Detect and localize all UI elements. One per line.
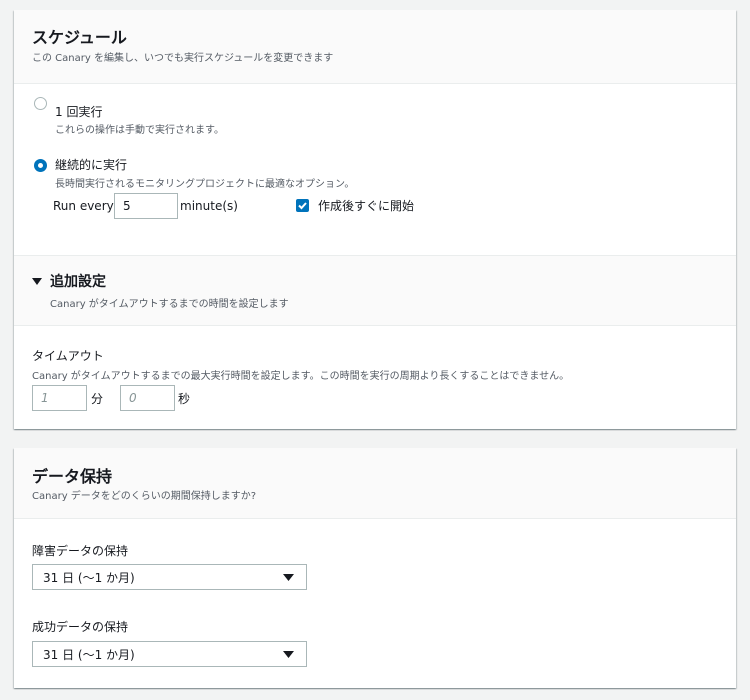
run-once-label[interactable]: 1 回実行 [55,103,102,120]
run-every-unit: minute(s) [180,199,238,213]
additional-settings-description: Canary がタイムアウトするまでの時間を設定します [50,299,289,310]
failure-retention-label: 障害データの保持 [32,544,129,558]
additional-settings-header[interactable]: 追加設定 Canary がタイムアウトするまでの時間を設定します [14,255,736,326]
schedule-description: この Canary を編集し、いつでも実行スケジュールを変更できます [32,53,334,64]
start-immediately-checkbox[interactable] [296,199,309,212]
failure-retention-select[interactable]: 31 日 (〜1 か月) [32,564,307,590]
timeout-minutes-input[interactable]: 1 [32,385,87,411]
additional-settings-title[interactable]: 追加設定 [50,271,106,291]
retention-panel: データ保持 Canary データをどのくらいの期間保持しますか? 障害データの保… [14,448,736,688]
timeout-description: Canary がタイムアウトするまでの最大実行時間を設定します。この時間を実行の… [32,371,570,382]
run-every-input[interactable]: 5 [114,193,178,219]
run-every-label: Run every [53,199,114,213]
timeout-minutes-unit: 分 [91,392,104,406]
start-immediately-label[interactable]: 作成後すぐに開始 [318,197,414,214]
run-once-radio[interactable] [34,97,47,110]
run-continuously-label[interactable]: 継続的に実行 [55,156,127,173]
caret-down-icon[interactable] [32,278,42,286]
schedule-panel: スケジュール この Canary を編集し、いつでも実行スケジュールを変更できま… [14,10,736,429]
schedule-header: スケジュール この Canary を編集し、いつでも実行スケジュールを変更できま… [14,10,736,84]
timeout-label: タイムアウト [32,349,104,363]
retention-description: Canary データをどのくらいの期間保持しますか? [32,491,257,502]
schedule-title: スケジュール [32,28,127,47]
dropdown-arrow-icon [283,651,294,658]
success-retention-label: 成功データの保持 [32,620,129,634]
run-continuously-radio[interactable] [34,159,47,172]
failure-retention-value: 31 日 (〜1 か月) [43,570,135,585]
timeout-seconds-unit: 秒 [178,392,191,406]
timeout-seconds-input[interactable]: 0 [120,385,175,411]
retention-header: データ保持 Canary データをどのくらいの期間保持しますか? [14,448,736,519]
success-retention-select[interactable]: 31 日 (〜1 か月) [32,641,307,667]
dropdown-arrow-icon [283,574,294,581]
success-retention-value: 31 日 (〜1 か月) [43,647,135,662]
run-once-description: これらの操作は手動で実行されます。 [55,125,224,136]
retention-title: データ保持 [32,467,113,486]
check-icon [298,202,307,210]
run-continuously-description: 長時間実行されるモニタリングプロジェクトに最適なオプション。 [55,179,355,190]
